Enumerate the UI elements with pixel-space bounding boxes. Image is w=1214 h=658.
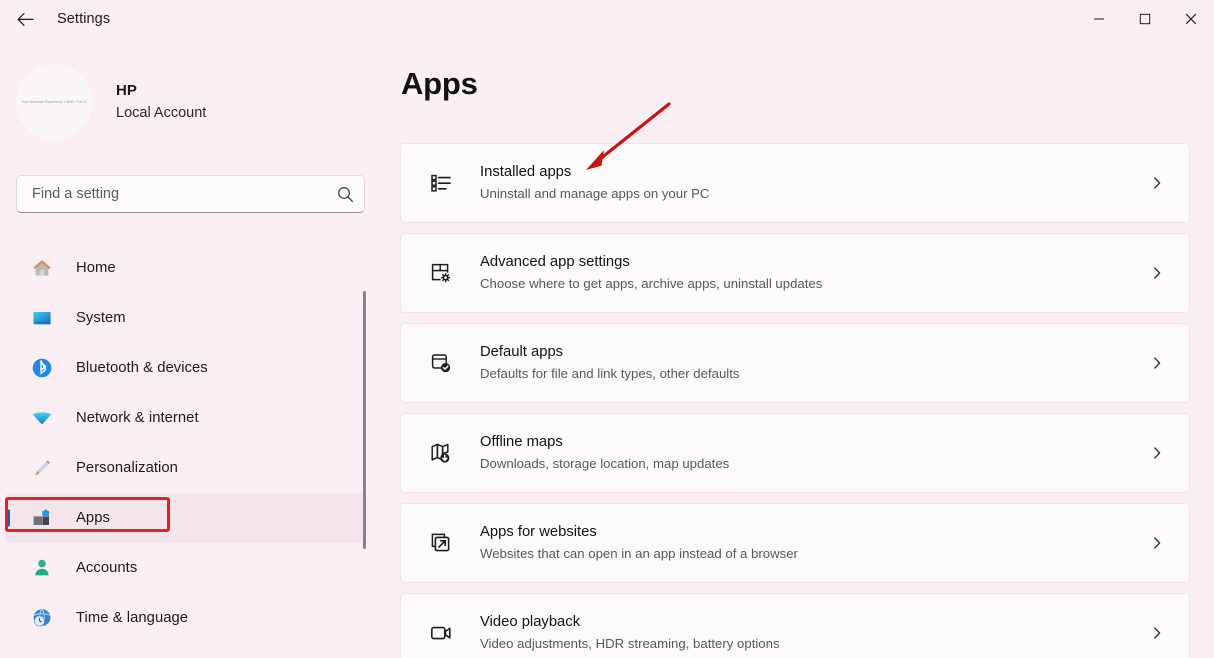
card-subtitle: Websites that can open in an app instead…: [480, 546, 798, 561]
sidebar-item-label: Accounts: [76, 560, 138, 576]
chevron-right-icon: [1144, 170, 1170, 196]
card-offline-maps[interactable]: Offline maps Downloads, storage location…: [400, 413, 1190, 493]
card-video-playback[interactable]: Video playback Video adjustments, HDR st…: [400, 593, 1190, 658]
apps-icon: [29, 505, 55, 531]
sidebar-item-label: Time & language: [76, 610, 189, 626]
clock-globe-icon: [29, 605, 55, 631]
close-icon: [1185, 13, 1197, 25]
sidebar-item-label: Apps: [76, 510, 110, 526]
search-box[interactable]: [16, 175, 365, 213]
sidebar-item-accounts[interactable]: Accounts: [5, 543, 365, 593]
card-subtitle: Choose where to get apps, archive apps, …: [480, 276, 823, 291]
minimize-button[interactable]: [1076, 0, 1122, 38]
sidebar: Your Windows Experience • Shift • Trio 2…: [0, 38, 375, 658]
card-title: Default apps: [480, 344, 564, 360]
brush-icon: [29, 455, 55, 481]
chevron-right-icon: [1144, 350, 1170, 376]
external-link-icon: [426, 528, 456, 558]
chevron-right-icon: [1144, 440, 1170, 466]
sidebar-item-home[interactable]: Home: [5, 243, 365, 293]
card-default-apps[interactable]: Default apps Defaults for file and link …: [400, 323, 1190, 403]
sidebar-item-label: Home: [76, 260, 116, 276]
card-title: Video playback: [480, 614, 581, 630]
maximize-icon: [1139, 13, 1151, 25]
chevron-right-icon: [1144, 530, 1170, 556]
account-type: Local Account: [116, 105, 207, 121]
sidebar-item-label: Personalization: [76, 460, 178, 476]
page-title: Apps: [401, 66, 478, 101]
title-bar: Settings: [0, 0, 1214, 38]
sidebar-item-label: System: [76, 310, 126, 326]
window-title: Settings: [57, 11, 111, 27]
account-block[interactable]: Your Windows Experience • Shift • Trio 2…: [16, 64, 206, 140]
avatar[interactable]: Your Windows Experience • Shift • Trio 2…: [16, 64, 92, 140]
chevron-right-icon: [1144, 260, 1170, 286]
bluetooth-icon: [29, 355, 55, 381]
search-input[interactable]: [17, 186, 326, 202]
back-arrow-icon: [17, 12, 34, 26]
card-installed-apps[interactable]: Installed apps Uninstall and manage apps…: [400, 143, 1190, 223]
minimize-icon: [1094, 18, 1104, 20]
card-title: Offline maps: [480, 434, 563, 450]
card-title: Installed apps: [480, 164, 572, 180]
card-title: Apps for websites: [480, 524, 597, 540]
card-title: Advanced app settings: [480, 254, 630, 270]
magnifier-icon: [337, 186, 353, 202]
sidebar-item-time-language[interactable]: Time & language: [5, 593, 365, 643]
wifi-icon: [29, 405, 55, 431]
card-subtitle: Downloads, storage location, map updates: [480, 456, 730, 471]
card-subtitle: Uninstall and manage apps on your PC: [480, 186, 710, 201]
card-apps-for-websites[interactable]: Apps for websites Websites that can open…: [400, 503, 1190, 583]
card-advanced-app-settings[interactable]: Advanced app settings Choose where to ge…: [400, 233, 1190, 313]
system-icon: [29, 305, 55, 331]
sidebar-item-label: Network & internet: [76, 410, 199, 426]
maximize-button[interactable]: [1122, 0, 1168, 38]
close-button[interactable]: [1168, 0, 1214, 38]
avatar-label: Your Windows Experience • Shift • Trio 2…: [21, 99, 87, 105]
settings-card-list: Installed apps Uninstall and manage apps…: [400, 143, 1190, 658]
sidebar-item-label: Bluetooth & devices: [76, 360, 208, 376]
chevron-right-icon: [1144, 620, 1170, 646]
sidebar-item-system[interactable]: System: [5, 293, 365, 343]
sidebar-item-bluetooth-devices[interactable]: Bluetooth & devices: [5, 343, 365, 393]
window-gear-icon: [426, 258, 456, 288]
search-icon[interactable]: [326, 176, 364, 212]
card-subtitle: Defaults for file and link types, other …: [480, 366, 740, 381]
map-download-icon: [426, 438, 456, 468]
person-icon: [29, 555, 55, 581]
account-name: HP: [116, 82, 137, 99]
main-content: Apps Installed apps Uninstall and manage…: [375, 38, 1214, 658]
sidebar-item-network-internet[interactable]: Network & internet: [5, 393, 365, 443]
video-camera-icon: [426, 618, 456, 648]
app-check-icon: [426, 348, 456, 378]
back-button[interactable]: [8, 3, 42, 35]
sidebar-item-personalization[interactable]: Personalization: [5, 443, 365, 493]
sidebar-nav: Home System Bluetooth & devices Network …: [0, 243, 375, 658]
sidebar-scrollbar[interactable]: [363, 291, 366, 549]
window-controls: [1076, 0, 1214, 38]
list-icon: [426, 168, 456, 198]
home-icon: [29, 255, 55, 281]
card-subtitle: Video adjustments, HDR streaming, batter…: [480, 636, 780, 651]
sidebar-item-apps[interactable]: Apps: [5, 493, 365, 543]
selection-indicator: [7, 509, 10, 527]
